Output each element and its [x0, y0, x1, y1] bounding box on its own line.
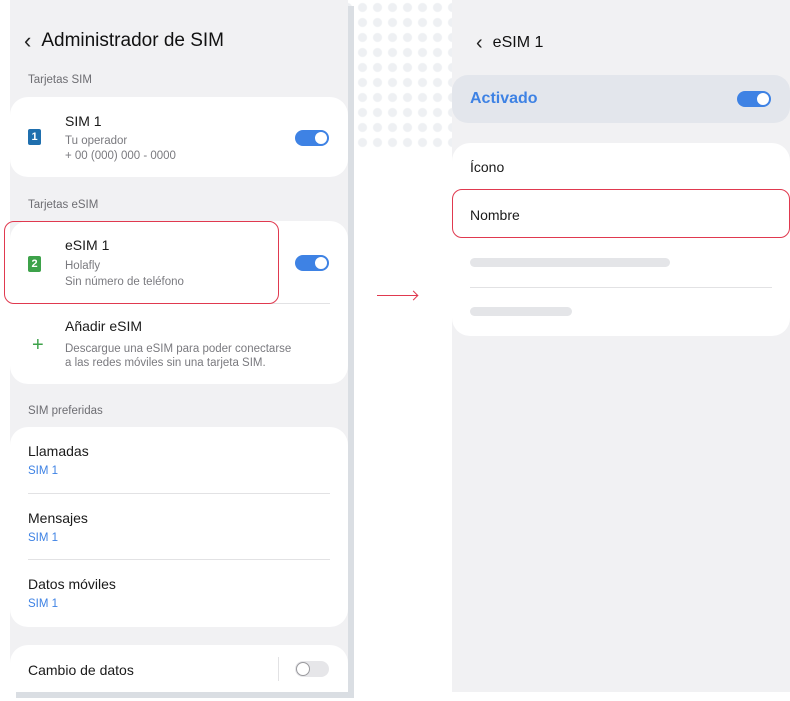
data-switch-card: Cambio de datos [10, 645, 348, 692]
plus-icon: + [32, 334, 44, 356]
data-switch-toggle[interactable] [295, 661, 329, 677]
placeholder-line [470, 258, 670, 267]
add-esim-title: Añadir eSIM [65, 318, 143, 334]
activated-label: Activado [470, 90, 538, 107]
activated-toggle[interactable] [737, 91, 771, 107]
calls-value: SIM 1 [28, 465, 59, 477]
chevron-left-icon[interactable]: ‹ [476, 33, 483, 53]
esim-settings-card: Ícono Nombre [452, 143, 790, 336]
sim1-row[interactable]: 1 SIM 1 Tu operador + 00 (000) 000 - 000… [10, 97, 348, 177]
messages-title: Mensajes [28, 510, 88, 526]
decorative-dot-pattern [340, 0, 470, 150]
esim-detail-screen: ‹ eSIM 1 Activado Ícono Nombre [452, 0, 790, 692]
icon-title: Ícono [470, 159, 505, 175]
section-label-preferred-sim: SIM preferidas [28, 405, 103, 417]
calls-title: Llamadas [28, 443, 89, 459]
icon-row[interactable]: Ícono [452, 143, 790, 189]
add-esim-row[interactable]: + Añadir eSIM Descargue una eSIM para po… [10, 304, 348, 382]
data-switch-row[interactable]: Cambio de datos [10, 645, 348, 692]
mobile-data-value: SIM 1 [28, 598, 59, 610]
sim1-number: + 00 (000) 000 - 0000 [65, 150, 176, 162]
page-title: eSIM 1 [492, 34, 544, 51]
preferred-sim-card: Llamadas SIM 1 Mensajes SIM 1 Datos móvi… [10, 427, 348, 627]
name-highlight [452, 189, 790, 238]
sim1-title: SIM 1 [65, 113, 102, 129]
add-esim-description-line1: Descargue una eSIM para poder conectarse [65, 343, 292, 355]
header: ‹ eSIM 1 [476, 33, 543, 53]
sim-manager-screen: ‹ Administrador de SIM Tarjetas SIM 1 SI… [10, 0, 348, 692]
preferred-mobile-data-row[interactable]: Datos móviles SIM 1 [10, 560, 348, 626]
mobile-data-title: Datos móviles [28, 576, 116, 592]
data-switch-title: Cambio de datos [28, 662, 134, 678]
divider [470, 287, 772, 288]
messages-value: SIM 1 [28, 532, 59, 544]
divider [278, 657, 279, 681]
section-label-esim-cards: Tarjetas eSIM [28, 199, 99, 211]
sim1-toggle[interactable] [295, 130, 329, 146]
page-title: Administrador de SIM [41, 30, 225, 51]
placeholder-line [470, 307, 572, 316]
activated-bar[interactable]: Activado [452, 75, 790, 123]
sim-cards-card: 1 SIM 1 Tu operador + 00 (000) 000 - 000… [10, 97, 348, 177]
esim1-toggle[interactable] [295, 255, 329, 271]
add-esim-description-line2: a las redes móviles sin una tarjeta SIM. [65, 357, 266, 369]
esim1-highlight [4, 221, 279, 304]
preferred-messages-row[interactable]: Mensajes SIM 1 [10, 494, 348, 559]
sim-card-icon: 1 [28, 129, 41, 145]
chevron-left-icon[interactable]: ‹ [24, 30, 31, 52]
preferred-calls-row[interactable]: Llamadas SIM 1 [10, 427, 348, 493]
section-label-sim-cards: Tarjetas SIM [28, 74, 92, 86]
sim1-operator: Tu operador [65, 135, 128, 147]
arrow-right-icon [377, 295, 417, 296]
header: ‹ Administrador de SIM [24, 30, 224, 52]
